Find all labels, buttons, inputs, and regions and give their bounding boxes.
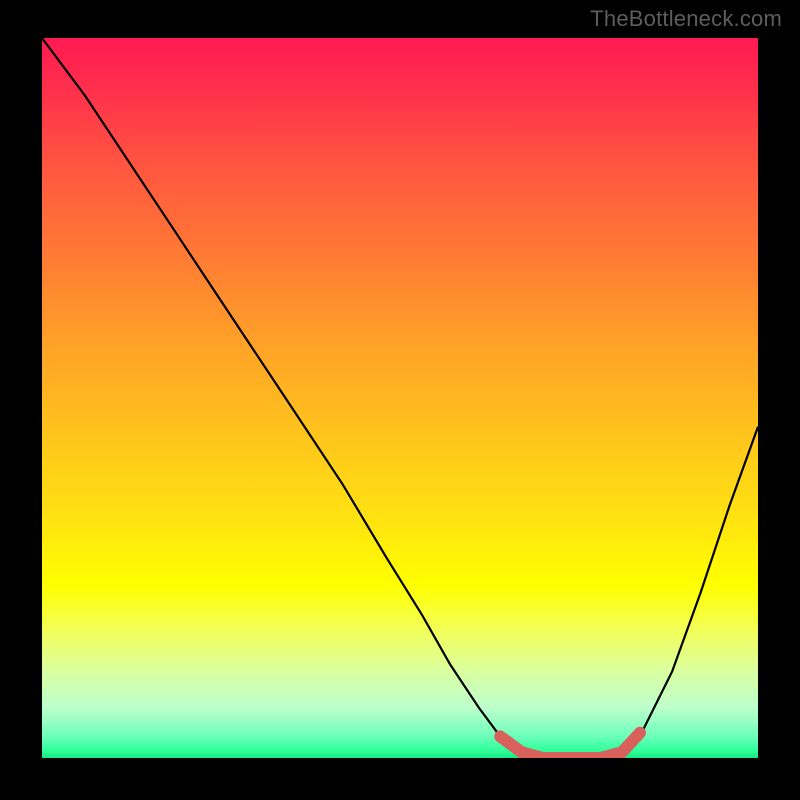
line-layer [42, 38, 758, 758]
watermark-text: TheBottleneck.com [590, 6, 782, 32]
chart-canvas: TheBottleneck.com [0, 0, 800, 800]
plot-area [42, 38, 758, 758]
accent-segment [500, 733, 640, 758]
main-curve [42, 38, 758, 758]
